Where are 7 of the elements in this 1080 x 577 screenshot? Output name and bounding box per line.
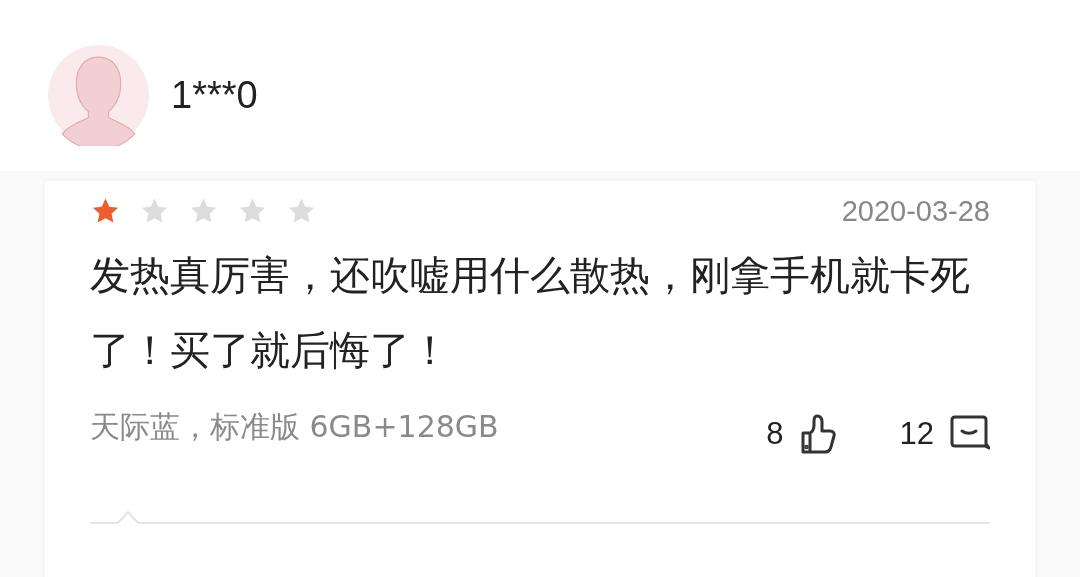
avatar-icon	[48, 45, 149, 146]
product-variant: 天际蓝，标准版 6GB+128GB	[90, 407, 499, 446]
review-date: 2020-03-28	[841, 195, 990, 228]
username: 1***0	[171, 74, 258, 117]
comment-count: 12	[899, 416, 934, 452]
like-count: 8	[766, 416, 784, 452]
review-text: 发热真厉害，还吹嘘用什么散热，刚拿手机就卡死了！买了就后悔了！	[90, 251, 971, 375]
